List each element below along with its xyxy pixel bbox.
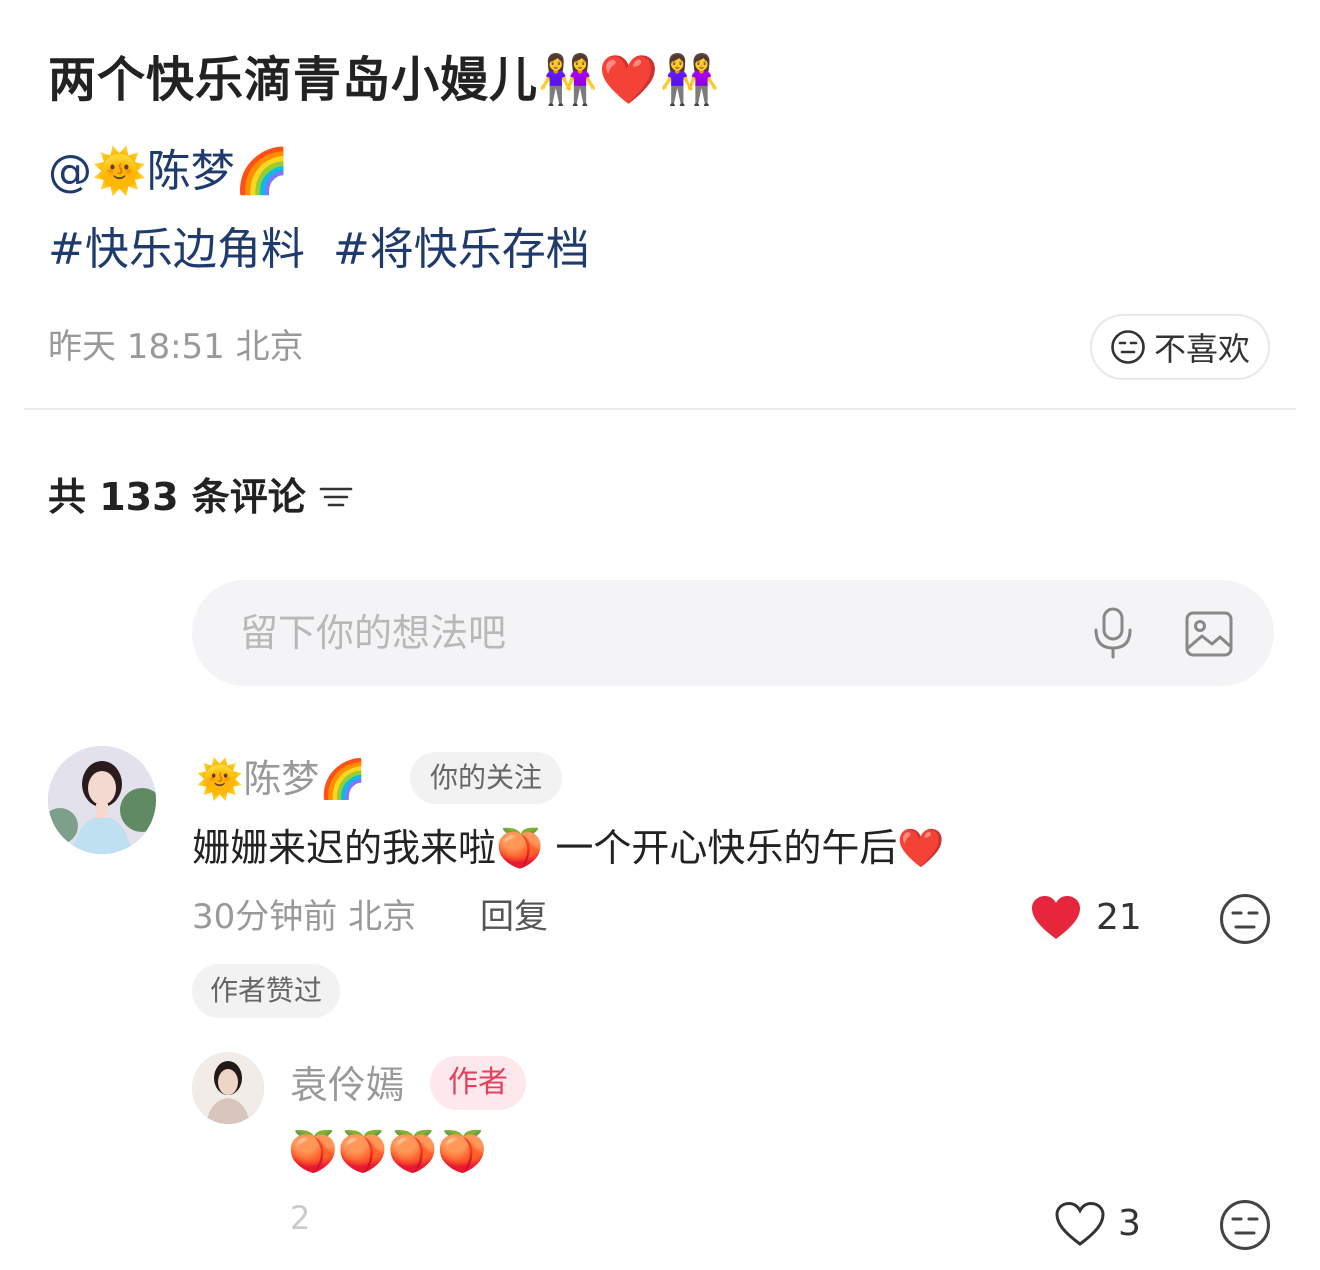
heart-filled-icon xyxy=(1032,896,1080,939)
post-title: 两个快乐滴青岛小嫚儿👭❤️👭 xyxy=(48,52,721,108)
like-count: 21 xyxy=(1096,897,1142,938)
following-badge: 你的关注 xyxy=(410,752,563,804)
author-badge: 作者 xyxy=(430,1056,526,1110)
microphone-icon[interactable] xyxy=(1090,606,1136,660)
user-mention-link[interactable]: @🌞陈梦🌈 xyxy=(48,140,290,204)
avatar[interactable] xyxy=(48,746,156,854)
author-liked-badge: 作者赞过 xyxy=(192,964,341,1018)
comment-count-header: 共 133 条评论 xyxy=(48,472,354,522)
image-icon[interactable] xyxy=(1184,610,1234,658)
comment-count-text: 共 133 条评论 xyxy=(48,475,306,519)
hashtag-list: #快乐边角料 #将快乐存档 xyxy=(48,220,604,280)
comment-input[interactable] xyxy=(240,603,1040,663)
post-timestamp-location: 昨天 18:51 北京 xyxy=(48,327,304,367)
comment-timestamp-location: 2 xyxy=(290,1199,311,1237)
dislike-face-icon[interactable] xyxy=(1218,1198,1272,1252)
hashtag-link[interactable]: #将快乐存档 xyxy=(333,224,590,275)
comment-timestamp-location: 30分钟前 北京 xyxy=(192,897,417,937)
divider xyxy=(24,408,1296,410)
user-portrait-image xyxy=(192,1052,264,1124)
dislike-button[interactable]: 不喜欢 xyxy=(1090,314,1270,380)
commenter-name[interactable]: 🌞陈梦🌈 xyxy=(196,752,367,806)
neutral-face-icon xyxy=(1111,330,1145,364)
user-portrait-image xyxy=(48,746,156,854)
commenter-name[interactable]: 袁伶嫣 xyxy=(290,1058,404,1112)
like-button[interactable]: 21 xyxy=(1030,892,1142,944)
hashtag-link[interactable]: #快乐边角料 xyxy=(48,224,305,275)
comment-text: 姗姗来迟的我来啦🍑 一个开心快乐的午后❤️ xyxy=(192,826,945,870)
heart-outline-icon xyxy=(1055,1201,1105,1246)
reply-button[interactable]: 回复 xyxy=(480,892,548,942)
avatar[interactable] xyxy=(192,1052,264,1124)
sort-icon[interactable] xyxy=(318,482,354,512)
like-button[interactable]: 3 xyxy=(1054,1198,1141,1250)
dislike-face-icon[interactable] xyxy=(1218,892,1272,946)
like-count: 3 xyxy=(1118,1203,1141,1244)
comment-text: 🍑🍑🍑🍑 xyxy=(288,1129,488,1175)
dislike-label: 不喜欢 xyxy=(1153,330,1250,368)
